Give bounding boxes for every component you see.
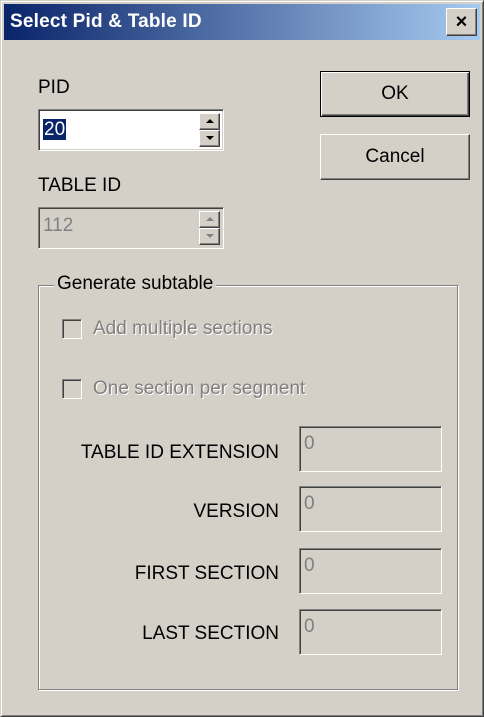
first-section-label: FIRST SECTION [134,563,279,584]
pid-spinner[interactable] [199,113,220,147]
cancel-button[interactable]: Cancel [320,134,470,180]
pid-spin-up-button[interactable] [199,113,220,130]
version-label: VERSION [193,501,279,522]
ok-button[interactable]: OK [320,71,470,117]
close-icon: × [455,10,468,33]
first-section-input[interactable]: 0 [299,548,442,594]
spin-down-icon [206,234,214,238]
table-id-extension-input[interactable]: 0 [299,426,442,472]
window-title: Select Pid & Table ID [10,11,202,32]
pid-value: 20 [43,119,67,140]
one-section-per-segment-label: One section per segment [93,378,306,399]
title-bar[interactable]: Select Pid & Table ID × [4,4,480,40]
one-section-per-segment-checkbox[interactable] [62,379,82,399]
table-id-spinner[interactable] [199,211,220,245]
generate-subtable-group-label: Generate subtable [54,273,217,295]
first-section-value: 0 [304,555,315,576]
table-id-spin-down-button[interactable] [199,228,220,245]
close-button[interactable]: × [446,8,477,36]
last-section-label: LAST SECTION [142,623,279,644]
spin-up-icon [206,217,214,221]
dialog-window: Select Pid & Table ID × PID 20 TABLE ID … [0,0,484,717]
last-section-input[interactable]: 0 [299,609,442,655]
spin-down-icon [206,136,214,140]
table-id-label: TABLE ID [38,175,122,196]
version-input[interactable]: 0 [299,486,442,532]
table-id-spin-up-button[interactable] [199,211,220,228]
pid-label: PID [38,77,70,98]
pid-spin-down-button[interactable] [199,130,220,147]
table-id-input[interactable]: 112 [38,207,224,249]
add-multiple-sections-label: Add multiple sections [93,318,273,339]
table-id-extension-label: TABLE ID EXTENSION [80,442,279,463]
table-id-extension-value: 0 [304,433,315,454]
table-id-value: 112 [43,215,74,236]
pid-input[interactable]: 20 [38,109,224,151]
spin-up-icon [206,119,214,123]
add-multiple-sections-checkbox[interactable] [62,319,82,339]
version-value: 0 [304,493,315,514]
last-section-value: 0 [304,616,315,637]
